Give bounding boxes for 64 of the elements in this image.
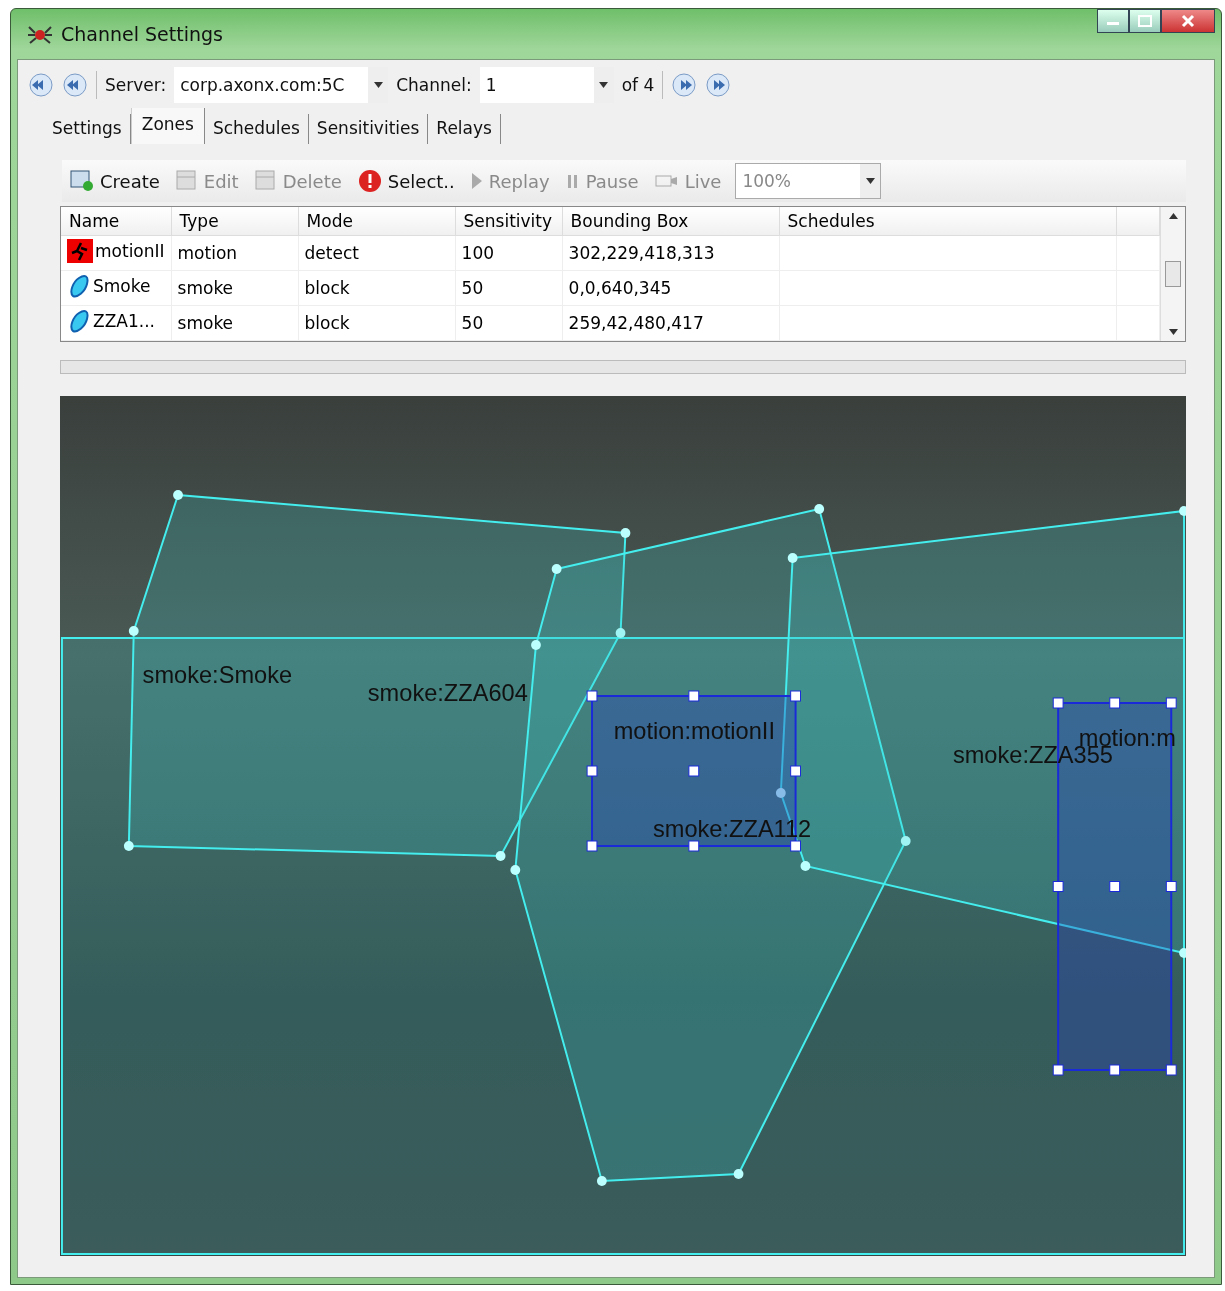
running-person-icon (67, 239, 93, 263)
tab[interactable]: Sensitivities (308, 114, 429, 144)
minimize-button[interactable] (1097, 9, 1129, 33)
table-cell: 302,229,418,313 (562, 235, 780, 271)
scrollbar[interactable] (1160, 207, 1185, 341)
table-add-icon (70, 170, 94, 192)
spider-icon (27, 23, 53, 45)
previous-icon[interactable] (62, 72, 88, 98)
caret-icon (599, 82, 609, 88)
camera-icon (654, 174, 679, 188)
table-icon (175, 170, 198, 192)
toolbar-button[interactable]: Select.. (355, 167, 457, 195)
table-cell: 259,42,480,417 (562, 305, 780, 341)
channel-combo[interactable]: 1 (479, 67, 614, 103)
maximize-button[interactable] (1129, 9, 1161, 33)
server-label: Server: (105, 75, 167, 95)
caret-icon (1168, 213, 1178, 219)
channel-label: Channel: (396, 75, 472, 95)
maximize-icon (1138, 15, 1152, 27)
zone-label: smoke:ZZA604 (367, 678, 528, 707)
first-icon[interactable] (28, 72, 54, 98)
next-icon[interactable] (671, 72, 698, 98)
table-cell: 50 (455, 305, 563, 341)
toolbar-button[interactable]: Create (68, 168, 162, 194)
caret-icon (373, 82, 383, 88)
channel-count: of 4 (621, 75, 655, 95)
window-title: Channel Settings (61, 23, 223, 45)
pause-icon (565, 173, 580, 189)
column-header[interactable]: Bounding Box (562, 207, 780, 236)
zone-name: ZZA1... (93, 311, 155, 331)
caret-icon (1168, 329, 1178, 335)
tab[interactable]: Settings (44, 114, 131, 144)
close-icon (1181, 14, 1195, 28)
server-combo[interactable]: corp.axonx.com:5C (174, 67, 389, 103)
zone-label: smoke:Smoke (142, 660, 293, 689)
column-header[interactable]: Sensitivity (455, 207, 563, 236)
blob-icon (67, 274, 91, 298)
zone-name: Smoke (93, 276, 151, 296)
play-icon (470, 172, 483, 190)
column-header[interactable]: Type (171, 207, 299, 236)
table-cell: smoke (171, 270, 299, 306)
zone-label: motion:motionII (613, 716, 775, 745)
table-cell: block (298, 305, 456, 341)
table-cell: 50 (455, 270, 563, 306)
blob-icon (67, 309, 91, 333)
table-cell: block (298, 270, 456, 306)
zone-name: motionII (95, 241, 165, 261)
column-header[interactable]: Mode (298, 207, 456, 236)
close-button[interactable] (1161, 9, 1215, 33)
caret-icon (865, 178, 875, 184)
table-icon (254, 170, 277, 192)
column-header[interactable]: Name (61, 207, 172, 236)
scroll-thumb[interactable] (1165, 261, 1181, 287)
last-icon[interactable] (705, 72, 732, 98)
table-cell: smoke (171, 305, 299, 341)
table-cell: 100 (455, 235, 563, 271)
table-cell: detect (298, 235, 456, 271)
tab[interactable]: Schedules (204, 114, 309, 144)
column-header[interactable]: Schedules (779, 207, 1117, 236)
tab[interactable]: Zones (130, 108, 205, 144)
alert-icon (357, 169, 382, 193)
tab[interactable]: Relays (428, 114, 501, 144)
table-cell: motion (171, 235, 299, 271)
table-cell: 0,0,640,345 (562, 270, 780, 306)
